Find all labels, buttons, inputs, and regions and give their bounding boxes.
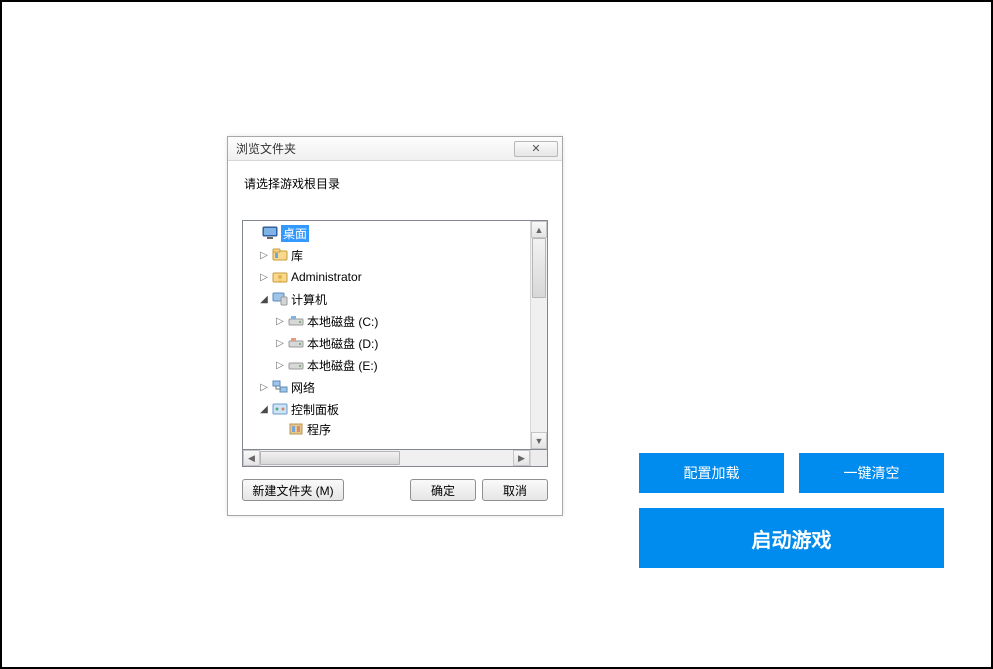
tree-item-label: 网络 [291,379,315,396]
expand-icon[interactable]: ▷ [273,338,287,349]
tree-item-user[interactable]: ▷ Administrator [243,266,530,288]
collapse-icon[interactable]: ◢ [257,294,271,305]
tree-item-drive-e[interactable]: ▷ 本地磁盘 (E:) [243,354,530,376]
folder-tree: 桌面 ▷ 库 ▷ Administrator [242,220,548,450]
scroll-thumb[interactable] [260,451,400,465]
expand-icon[interactable]: ▷ [273,316,287,327]
tree-item-computer[interactable]: ◢ 计算机 [243,288,530,310]
tree-item-drive-c[interactable]: ▷ 本地磁盘 (C:) [243,310,530,332]
application-window: 配置加载 一键清空 启动游戏 浏览文件夹 ✕ 请选择游戏根目录 桌面 [0,0,993,669]
drive-icon [287,335,305,351]
tree-item-label: 程序 [307,421,331,438]
tree-item-label: 控制面板 [291,401,339,418]
programs-icon [287,421,305,437]
ok-button[interactable]: 确定 [410,479,476,501]
tree-item-control-panel[interactable]: ◢ 控制面板 [243,398,530,420]
drive-icon [287,357,305,373]
control-panel-icon [271,401,289,417]
computer-icon [271,291,289,307]
right-panel-row: 配置加载 一键清空 [639,453,944,493]
vertical-scrollbar[interactable]: ▲ ▼ [530,221,547,449]
libraries-icon [271,247,289,263]
network-icon [271,379,289,395]
scroll-track[interactable] [260,450,513,466]
clear-all-button[interactable]: 一键清空 [799,453,944,493]
cancel-button[interactable]: 取消 [482,479,548,501]
tree-item-label: 本地磁盘 (E:) [307,357,378,374]
expand-icon[interactable]: ▷ [257,272,271,283]
scrollbar-corner [530,450,547,466]
config-load-button[interactable]: 配置加载 [639,453,784,493]
tree-item-label: 计算机 [291,291,327,308]
collapse-icon[interactable]: ◢ [257,404,271,415]
expand-icon[interactable]: ▷ [273,360,287,371]
scroll-thumb[interactable] [532,238,546,298]
tree-item-label: 桌面 [281,225,309,242]
right-panel: 配置加载 一键清空 启动游戏 [639,453,944,568]
scroll-down-button[interactable]: ▼ [531,432,547,449]
dialog-button-bar: 新建文件夹 (M) 确定 取消 [242,479,548,501]
launch-game-button[interactable]: 启动游戏 [639,508,944,568]
tree-item-label: 库 [291,247,303,264]
tree-viewport[interactable]: 桌面 ▷ 库 ▷ Administrator [243,221,530,449]
new-folder-button[interactable]: 新建文件夹 (M) [242,479,344,501]
scroll-right-button[interactable]: ▶ [513,450,530,466]
expand-icon[interactable]: ▷ [257,250,271,261]
dialog-title: 浏览文件夹 [236,140,296,157]
scroll-track[interactable] [531,238,547,432]
dialog-titlebar[interactable]: 浏览文件夹 ✕ [228,137,562,161]
tree-item-drive-d[interactable]: ▷ 本地磁盘 (D:) [243,332,530,354]
dialog-body: 请选择游戏根目录 桌面 ▷ 库 [228,161,562,515]
scroll-up-button[interactable]: ▲ [531,221,547,238]
tree-item-desktop[interactable]: 桌面 [243,222,530,244]
expand-icon[interactable]: ▷ [257,382,271,393]
drive-icon [287,313,305,329]
tree-item-label: Administrator [291,270,362,284]
tree-item-label: 本地磁盘 (D:) [307,335,378,352]
dialog-prompt: 请选择游戏根目录 [242,175,548,192]
close-button[interactable]: ✕ [514,141,558,157]
user-folder-icon [271,269,289,285]
tree-item-programs[interactable]: 程序 [243,420,530,438]
monitor-icon [261,225,279,241]
tree-item-network[interactable]: ▷ 网络 [243,376,530,398]
browse-folder-dialog: 浏览文件夹 ✕ 请选择游戏根目录 桌面 ▷ [227,136,563,516]
tree-item-label: 本地磁盘 (C:) [307,313,378,330]
horizontal-scrollbar[interactable]: ◀ ▶ [242,450,548,467]
scroll-left-button[interactable]: ◀ [243,450,260,466]
tree-item-libraries[interactable]: ▷ 库 [243,244,530,266]
